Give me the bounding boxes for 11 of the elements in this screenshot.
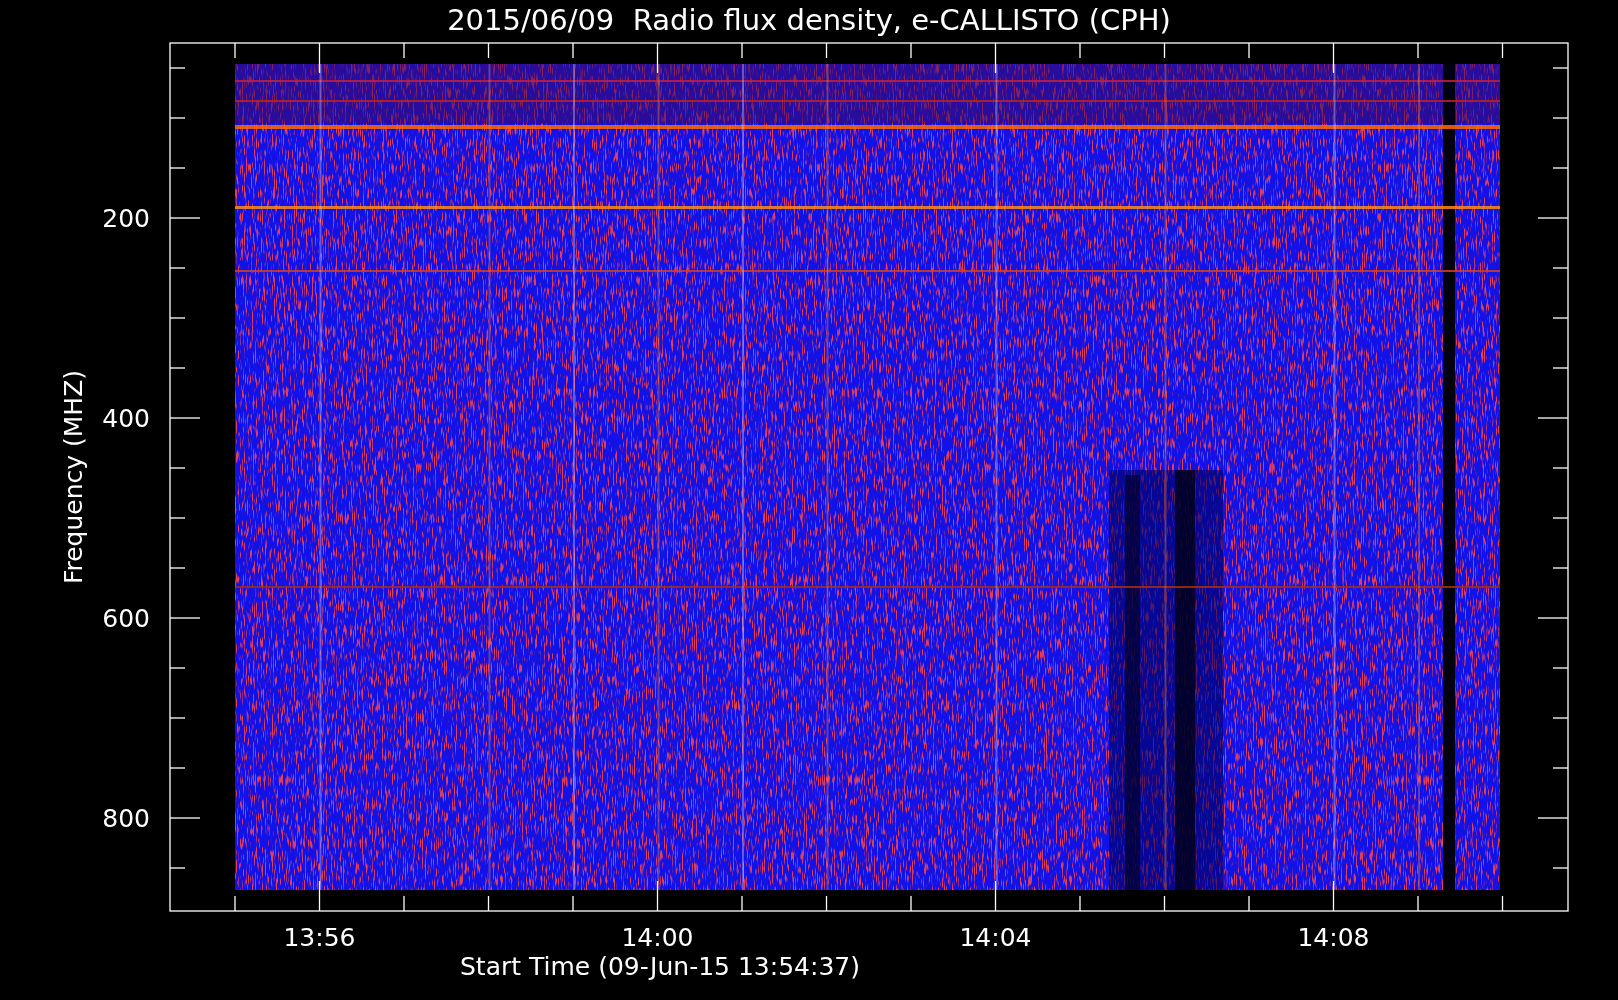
y-tick-label: 200	[102, 204, 150, 233]
chart-title: 2015/06/09 Radio flux density, e-CALLISTO (CPH)	[447, 3, 1171, 37]
y-tick-label: 800	[102, 804, 150, 833]
x-tick-label: 13:56	[283, 923, 356, 952]
x-tick-label: 14:04	[959, 923, 1032, 952]
y-axis-label: Frequency (MHZ)	[59, 369, 88, 585]
x-tick-label: 14:08	[1297, 923, 1370, 952]
y-tick-label: 400	[102, 404, 150, 433]
x-tick-label: 14:00	[621, 923, 694, 952]
y-tick-label: 600	[102, 604, 150, 633]
x-axis-label: Start Time (09-Jun-15 13:54:37)	[460, 952, 860, 981]
